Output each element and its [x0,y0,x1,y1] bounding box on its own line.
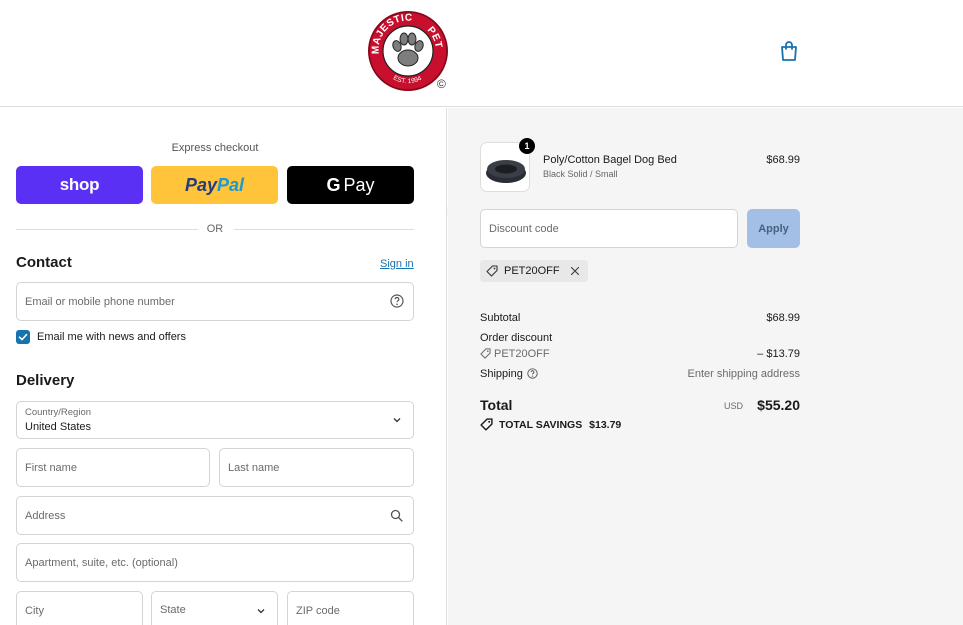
help-circle-icon[interactable] [390,294,404,308]
address-field[interactable]: Address [16,496,414,535]
tag-icon [480,348,491,359]
address-placeholder: Address [25,510,66,522]
checkout-form-panel: Express checkout shop Pay Pal G Pay OR Co… [0,108,447,625]
subtotal-value: $68.99 [766,312,800,324]
newsletter-label: Email me with news and offers [37,331,186,343]
divider-left [16,229,198,230]
order-discount-value: – $13.79 [757,348,800,360]
tag-icon [480,418,493,431]
close-icon[interactable] [570,266,580,276]
shop-pay-label: shop [59,175,100,194]
chevron-down-icon [393,418,401,423]
last-name-field[interactable]: Last name [219,448,414,487]
quantity-badge: 1 [519,138,535,154]
sign-in-link[interactable]: Sign in [380,258,414,270]
zip-placeholder: ZIP code [296,605,340,617]
apartment-placeholder: Apartment, suite, etc. (optional) [25,557,178,569]
email-placeholder: Email or mobile phone number [25,296,175,308]
total-value: $55.20 [757,397,800,413]
paypal-label-pal: Pal [217,174,245,195]
apply-discount-button[interactable]: Apply [747,209,800,248]
last-name-placeholder: Last name [228,462,280,474]
or-divider-label: OR [206,223,224,235]
shop-pay-button[interactable]: shop [16,166,143,204]
shipping-value: Enter shipping address [687,368,800,380]
google-pay-label: Pay [343,174,375,195]
order-discount-code: PET20OFF [494,348,550,360]
page-header: MAJESTIC PET EST. 1994 © [0,0,963,107]
google-g-icon: G [326,174,341,195]
express-checkout-title: Express checkout [171,142,259,154]
email-field[interactable]: Email or mobile phone number [16,282,414,321]
order-summary-panel: 1 Poly/Cotton Bagel Dog Bed Black Solid … [448,108,963,625]
state-placeholder: State [160,604,186,616]
search-icon [390,509,403,522]
order-discount-label: Order discount [480,332,553,344]
subtotal-label: Subtotal [480,312,521,324]
country-label: Country/Region [25,407,92,418]
apartment-field[interactable]: Apartment, suite, etc. (optional) [16,543,414,582]
city-field[interactable]: City [16,591,143,625]
discount-code-input[interactable]: Discount code [480,209,738,248]
country-select[interactable]: Country/Region United States [16,401,414,439]
copyright-mark: © [437,77,446,91]
product-name: Poly/Cotton Bagel Dog Bed [543,154,677,166]
chevron-down-icon [257,609,265,614]
paypal-button[interactable]: Pay Pal [151,166,278,204]
newsletter-checkbox[interactable] [16,330,30,344]
country-value: United States [25,421,92,433]
total-currency: USD [723,401,743,411]
total-label: Total [480,397,513,413]
checkmark-icon [18,333,28,341]
tag-icon [486,265,498,277]
product-price: $68.99 [766,154,800,166]
divider-right [234,229,414,230]
first-name-field[interactable]: First name [16,448,210,487]
discount-placeholder: Discount code [489,223,559,235]
applied-discount-chip: PET20OFF [480,260,588,282]
google-pay-button[interactable]: G Pay [287,166,414,204]
zip-field[interactable]: ZIP code [287,591,414,625]
state-select[interactable]: State [151,591,278,625]
shipping-label: Shipping [480,368,523,380]
first-name-placeholder: First name [25,462,77,474]
applied-code-label: PET20OFF [504,265,560,277]
total-savings-label: TOTAL SAVINGS [499,419,583,431]
shopping-bag-icon[interactable] [779,40,799,62]
total-savings-value: $13.79 [589,419,622,431]
paypal-label-pay: Pay [184,174,217,195]
contact-heading: Contact [16,254,72,271]
total-savings: TOTAL SAVINGS $13.79 [499,419,621,431]
city-placeholder: City [25,605,44,617]
delivery-heading: Delivery [16,372,75,389]
product-variant: Black Solid / Small [543,169,618,179]
help-circle-icon[interactable] [527,368,538,379]
